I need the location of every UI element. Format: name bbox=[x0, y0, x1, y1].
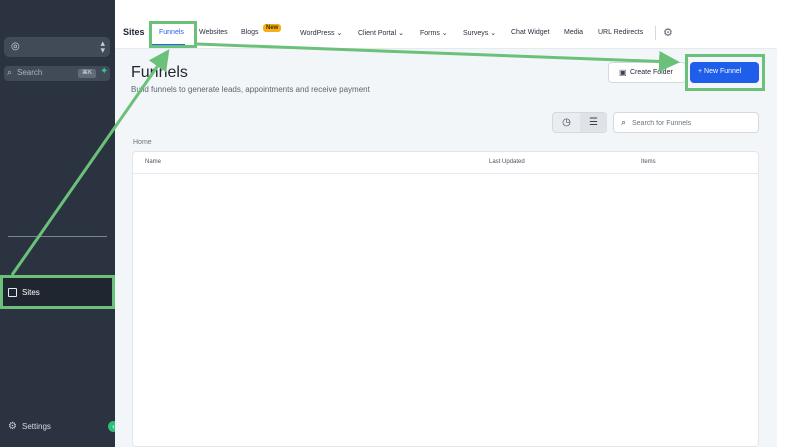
arrow-sites-to-funnels bbox=[10, 49, 170, 276]
annotation-arrows bbox=[10, 42, 680, 276]
app-window: ◎ ▴ ▾ ⌕ Search ⌘K ✦ Sites ⚙ Settings ‹ Si… bbox=[0, 0, 786, 447]
arrow-funnels-to-new-funnel bbox=[196, 42, 680, 72]
